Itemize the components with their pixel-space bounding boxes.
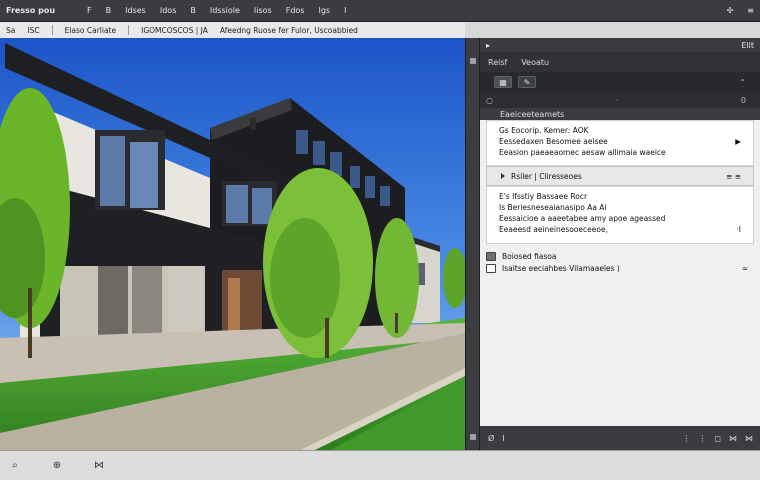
expand-icon <box>501 172 505 179</box>
vertical-tool-strip <box>465 38 479 450</box>
layer-options-icon[interactable]: ≈ <box>742 264 748 273</box>
status-dot: · <box>615 95 619 105</box>
menu-icon[interactable]: ≡ <box>747 6 754 15</box>
menu-item-7[interactable]: Iisos <box>254 6 272 15</box>
section-menu-icon[interactable]: ≡ ≡ <box>726 172 741 181</box>
section-label: Rsiler | Cliresseoes <box>511 171 582 181</box>
image-tool-button[interactable]: ▦ <box>494 76 512 88</box>
menu-item-6[interactable]: Idssiole <box>210 6 240 15</box>
footer-icon[interactable]: Ø <box>488 434 494 443</box>
status-icon: ○ <box>486 95 493 105</box>
path-item-3[interactable]: Elaso Carliate <box>65 26 117 35</box>
menu-item-9[interactable]: Igs <box>318 6 330 15</box>
menu-item-1[interactable]: F <box>87 6 92 15</box>
path-bar-extension <box>465 22 760 38</box>
zoom-icon[interactable]: ⌕ <box>8 460 22 472</box>
building-photo <box>0 38 465 450</box>
card1-line-2: Eessedaxen Besomee aeisee <box>499 137 608 146</box>
path-item-4[interactable]: IGOMCOSCOS | JA <box>141 26 208 35</box>
path-item-2[interactable]: ISC <box>27 26 39 35</box>
footer-icon[interactable]: ⋈ <box>729 434 737 443</box>
footer-icon[interactable]: ⋈ <box>745 434 753 443</box>
tab-1[interactable]: Reisf <box>488 58 507 67</box>
menu-item-8[interactable]: Fdos <box>286 6 305 15</box>
footer-icon[interactable]: ⋮ <box>698 434 706 443</box>
panel-title: Ellt <box>741 40 754 50</box>
tab-2[interactable]: Veoatu <box>521 58 549 67</box>
footer-icon[interactable]: ◻ <box>714 434 721 443</box>
card2-line-3: Eessaicioe a aaeetabee amy apoe ageassed <box>499 214 666 223</box>
brush-icon: ✎ <box>523 77 531 87</box>
path-item-5[interactable]: Afeedng Ruose fer Fulor, Uscoabbied <box>220 26 358 35</box>
layer-checkbox-2[interactable] <box>486 263 496 273</box>
link-icon[interactable]: ⋈ <box>92 460 106 472</box>
panel-header: ▸ Ellt <box>480 38 760 52</box>
status-bar: ⌕ ⊕ ⋈ <box>0 450 760 480</box>
menu-item-2[interactable]: B <box>106 6 112 15</box>
path-bar: Sa ISC Elaso Carliate IGOMCOSCOS | JA Af… <box>0 22 465 38</box>
section-header[interactable]: Rsiler | Cliresseoes ≡ ≡ <box>486 166 754 186</box>
layer-checkbox-1[interactable] <box>486 251 496 261</box>
properties-title: Eaeiceeteamets <box>480 108 760 120</box>
settings-icon[interactable]: ✣ <box>727 6 734 15</box>
menu-item-5[interactable]: B <box>190 6 196 15</box>
layer-label-1: Boiosed fiasoa <box>502 251 557 261</box>
properties-card-2: E's Ifsstiy Bassaee Rocr Is Beriesneseai… <box>486 186 754 244</box>
panel-status-row: ○ · 0 <box>480 92 760 108</box>
collapse-icon[interactable]: ▸ <box>486 41 490 50</box>
footer-icon[interactable]: ⋮ <box>682 434 690 443</box>
tool-icon[interactable] <box>470 58 476 64</box>
card1-line-1: Gs Eocorip. Kemer: AOK <box>499 126 589 135</box>
footer-icon[interactable]: I <box>502 434 504 443</box>
menu-item-4[interactable]: Idos <box>160 6 177 15</box>
menu-item-10[interactable]: I <box>344 6 346 15</box>
add-icon[interactable]: ⊕ <box>50 460 64 472</box>
panel-toolbar: ▦ ✎ ⌃ <box>480 72 760 92</box>
properties-panel: ▸ Ellt Reisf Veoatu ▦ ✎ ⌃ ○ · 0 Eaeiceet… <box>479 38 760 450</box>
card2-line-1: E's Ifsstiy Bassaee Rocr <box>499 192 588 201</box>
menu-bar: Fresso pou F B Idses Idos B Idssiole Iis… <box>0 0 760 22</box>
brush-tool-button[interactable]: ✎ <box>518 76 536 88</box>
card1-line-3: Eeasion paeaeaomec aesaw allimaia waeice <box>499 148 666 157</box>
layer-row-2[interactable]: Isaitse eeciahbes Vilamaaeles ) ≈ <box>480 262 760 274</box>
arrow-right-icon[interactable]: ▶ <box>735 136 741 147</box>
properties-card-1: Gs Eocorip. Kemer: AOK Eessedaxen Besome… <box>486 120 754 166</box>
app-title: Fresso pou <box>6 6 56 15</box>
layer-row-1[interactable]: Boiosed fiasoa <box>480 250 760 262</box>
image-viewport[interactable] <box>0 38 465 450</box>
card2-end: ·I <box>736 225 741 234</box>
tool-icon[interactable] <box>470 434 476 440</box>
divider <box>128 25 130 35</box>
panel-footer: Ø I ⋮ ⋮ ◻ ⋈ ⋈ <box>480 426 760 450</box>
divider <box>51 25 53 35</box>
card2-line-2: Is Beriesneseaianasipo Aa Ai <box>499 203 607 212</box>
card2-line-4: Eeaeesd aeineinesooeceeoe, <box>499 225 608 234</box>
status-value: 0 <box>740 95 746 105</box>
image-icon: ▦ <box>499 77 507 87</box>
layer-label-2: Isaitse eeciahbes Vilamaaeles ) <box>502 263 620 273</box>
up-icon[interactable]: ⌃ <box>739 78 746 87</box>
path-item-1[interactable]: Sa <box>6 26 15 35</box>
panel-tabs: Reisf Veoatu <box>480 52 760 72</box>
menu-item-3[interactable]: Idses <box>125 6 146 15</box>
